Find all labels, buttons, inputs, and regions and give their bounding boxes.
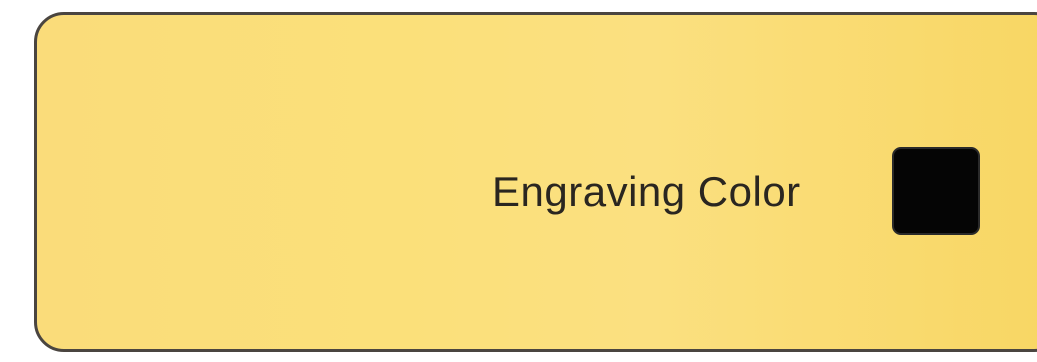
engraving-color-swatch[interactable] [892,147,980,235]
engraving-color-label: Engraving Color [492,168,801,215]
